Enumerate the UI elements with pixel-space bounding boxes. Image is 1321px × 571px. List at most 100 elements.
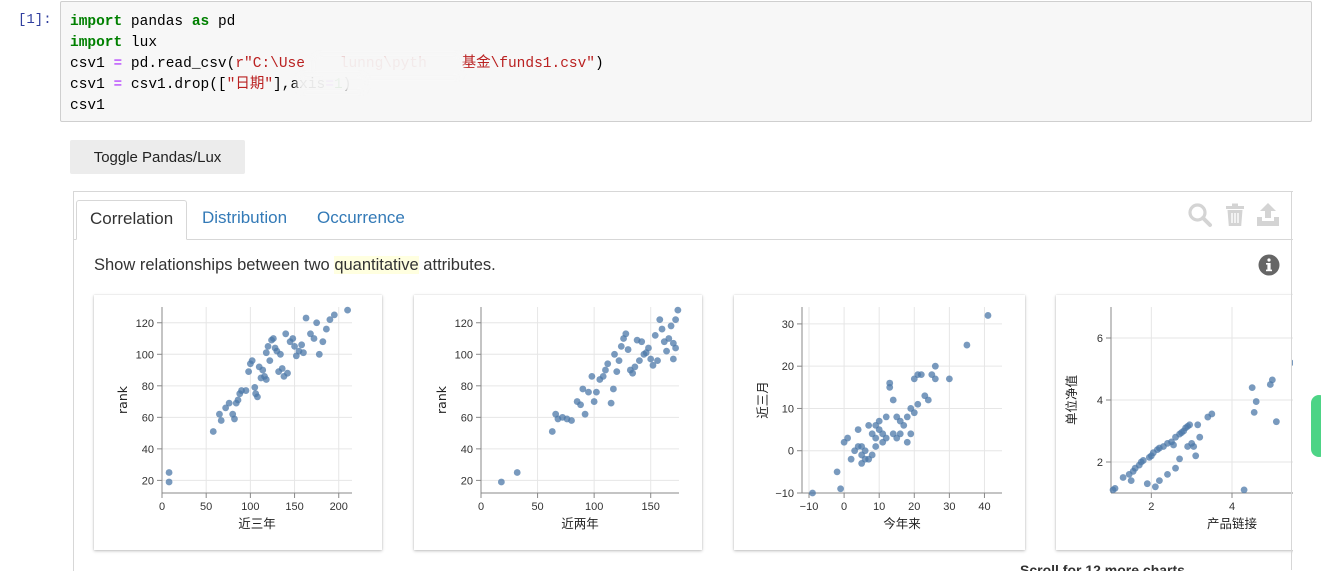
chart-card[interactable]: 0 50 100 150 200 20 40 60 80 100 120 近三年 rank	[94, 295, 382, 550]
code-token: csv1.drop([	[122, 77, 227, 93]
cell-prompt: [1]:	[18, 12, 52, 28]
data-point	[1196, 433, 1204, 441]
y-tick-label: 0	[788, 446, 794, 458]
delete-icon[interactable]	[1222, 202, 1248, 228]
data-point	[656, 316, 664, 324]
data-point	[658, 325, 666, 333]
data-point	[900, 421, 908, 429]
data-point	[593, 388, 600, 396]
data-point	[1208, 410, 1216, 418]
data-point	[1194, 421, 1202, 429]
data-point	[581, 410, 589, 418]
data-point	[882, 434, 890, 442]
data-point	[868, 451, 876, 459]
data-point	[262, 349, 270, 357]
data-point	[277, 350, 284, 358]
description-text: Show relationships between two	[94, 256, 335, 274]
scatter-chart: 0 50 100 150 200 20 40 60 80 100 120 近三年 rank	[115, 306, 352, 531]
data-point	[1190, 443, 1198, 450]
toggle-pandas-lux-button[interactable]: Toggle Pandas/Lux	[70, 140, 245, 174]
data-point	[585, 388, 592, 396]
data-point	[319, 338, 327, 346]
data-point	[497, 478, 505, 486]
x-axis-label: 近三年	[238, 516, 276, 531]
data-point	[931, 375, 939, 383]
y-tick-label: 20	[142, 475, 154, 487]
code-token: lux	[122, 35, 158, 51]
code-token: pd.read_csv(	[122, 56, 236, 72]
y-tick-label: 60	[142, 412, 154, 424]
data-point	[872, 434, 880, 442]
tab-distribution[interactable]: Distribution	[189, 200, 300, 239]
code-token: csv1	[70, 98, 105, 114]
data-point	[1111, 484, 1119, 492]
chart-card[interactable]: −10 0 10 20 30 40 −10 0 10 20 30 今年来 近三月	[734, 295, 1025, 550]
data-point	[548, 428, 556, 435]
data-point	[613, 368, 621, 376]
x-tick-label: 4	[1229, 501, 1235, 513]
info-icon[interactable]	[1258, 254, 1280, 276]
x-tick-label: 100	[585, 501, 603, 513]
x-axis-label: 近两年	[561, 516, 599, 531]
data-point	[663, 347, 670, 355]
data-point	[604, 360, 612, 368]
tab-occurrence[interactable]: Occurrence	[304, 200, 418, 239]
data-point	[861, 447, 869, 455]
y-tick-label: 40	[142, 444, 154, 456]
code-token: csv1	[70, 77, 114, 93]
data-point	[262, 376, 270, 383]
code-token: import	[70, 14, 123, 30]
search-icon[interactable]	[1187, 202, 1213, 228]
export-icon[interactable]	[1255, 202, 1281, 228]
x-tick-label: 100	[241, 501, 259, 513]
data-point	[889, 396, 897, 404]
data-point	[278, 365, 286, 372]
data-point	[310, 335, 318, 342]
code-cell[interactable]: import pandas as pd import lux csv1 = pd.r…	[60, 1, 1312, 122]
y-tick-label: 80	[142, 381, 154, 393]
data-point	[217, 417, 225, 424]
data-point	[302, 314, 310, 322]
data-point	[854, 426, 862, 433]
scatter-chart: 0 50 100 150 20 40 60 80 100 120 近两年 rank	[434, 306, 682, 531]
code-token: import	[70, 35, 123, 51]
data-point	[865, 421, 873, 429]
y-tick-label: 2	[1097, 457, 1103, 469]
data-point	[931, 362, 939, 370]
code-token: )	[595, 56, 604, 72]
data-point	[607, 399, 615, 407]
y-tick-label: 20	[461, 475, 473, 487]
y-tick-label: 4	[1097, 395, 1103, 407]
data-point	[609, 385, 617, 393]
data-point	[1164, 471, 1171, 478]
data-point	[667, 322, 675, 330]
y-tick-label: 120	[455, 318, 473, 330]
data-point	[1192, 452, 1200, 460]
data-point	[651, 331, 659, 339]
data-point	[165, 478, 173, 486]
data-point	[809, 489, 816, 497]
data-point	[282, 330, 290, 338]
chart-card[interactable]: 0 50 100 150 20 40 60 80 100 120 近两年 rank	[414, 295, 702, 550]
x-tick-label: 200	[330, 501, 348, 513]
data-point	[669, 355, 677, 363]
scatter-chart: 2 4 6246产品链接单位净值	[1064, 307, 1293, 531]
code-token: =	[113, 56, 123, 72]
data-point	[858, 460, 866, 467]
data-point	[259, 366, 267, 374]
x-tick-label: 50	[200, 501, 212, 513]
data-point	[513, 469, 521, 476]
data-point	[914, 400, 922, 408]
chart-card[interactable]: 2 4 6 2 4 6 产品链接 单位净值	[1056, 295, 1293, 550]
data-point	[854, 443, 862, 450]
tab-correlation[interactable]: Correlation	[76, 200, 188, 240]
data-point	[1151, 483, 1159, 491]
data-point	[1127, 477, 1135, 484]
data-point	[1156, 477, 1163, 484]
code-token: as	[191, 14, 210, 30]
data-point	[209, 428, 217, 435]
floating-widget-edge[interactable]	[1311, 395, 1321, 457]
description: Show relationships between two quantitat…	[94, 256, 496, 275]
data-point	[251, 383, 259, 391]
x-tick-label: −10	[800, 501, 819, 513]
